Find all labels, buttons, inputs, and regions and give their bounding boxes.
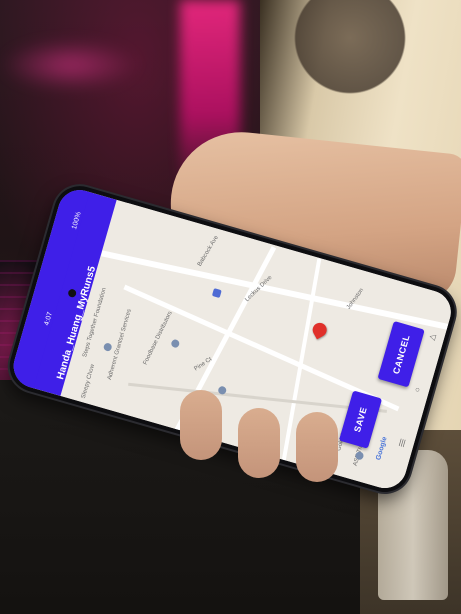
place-marker-icon[interactable]: [170, 338, 181, 349]
hand-fingers: [180, 390, 350, 482]
map-label: Sleepy Chow: [80, 363, 97, 400]
cancel-button-label: CANCEL: [390, 333, 412, 376]
save-button-label: SAVE: [352, 405, 369, 434]
transit-icon[interactable]: [211, 288, 222, 299]
finger: [180, 390, 222, 460]
map-label: Foodbase Distributors: [142, 310, 174, 366]
recents-nav-icon[interactable]: |||: [397, 437, 408, 448]
finger: [238, 408, 280, 478]
map-label: Babcock Ave: [196, 234, 220, 268]
pink-light-glow-left: [0, 40, 140, 90]
back-nav-icon[interactable]: ◁: [427, 331, 438, 342]
place-marker-icon[interactable]: [102, 342, 113, 353]
red-location-pin-icon[interactable]: [310, 320, 330, 340]
photo-scene: Steps Together Foundation Foodbase Distr…: [0, 0, 461, 614]
finger: [296, 412, 338, 482]
google-attribution: Google: [375, 435, 389, 462]
home-nav-icon[interactable]: ○: [412, 384, 423, 395]
